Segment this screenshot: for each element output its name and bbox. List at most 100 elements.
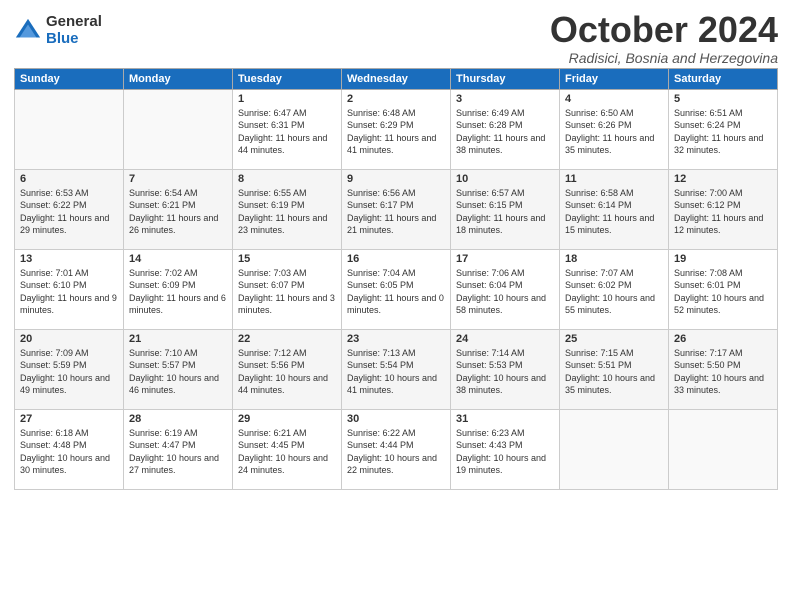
calendar-week-row: 1 Sunrise: 6:47 AMSunset: 6:31 PMDaylight… xyxy=(15,89,778,169)
day-number: 27 xyxy=(20,413,118,425)
calendar-day-cell: 19Sunrise: 7:08 AMSunset: 6:01 PMDayligh… xyxy=(669,249,778,329)
day-number: 13 xyxy=(20,253,118,265)
day-info: Sunrise: 7:13 AMSunset: 5:54 PMDaylight:… xyxy=(347,347,445,397)
day-info: Sunrise: 6:51 AMSunset: 6:24 PMDaylight:… xyxy=(674,107,772,157)
day-number: 10 xyxy=(456,173,554,185)
calendar-day-cell: 5 Sunrise: 6:51 AMSunset: 6:24 PMDaylight… xyxy=(669,89,778,169)
day-number: 23 xyxy=(347,333,445,345)
calendar-day-cell xyxy=(669,409,778,489)
calendar-day-cell xyxy=(124,89,233,169)
calendar-header-cell: Tuesday xyxy=(233,68,342,89)
calendar-header-cell: Thursday xyxy=(451,68,560,89)
day-number: 14 xyxy=(129,253,227,265)
calendar-day-cell: 31 Sunrise: 6:23 AMSunset: 4:43 PMDayligh… xyxy=(451,409,560,489)
calendar-week-row: 13Sunrise: 7:01 AMSunset: 6:10 PMDayligh… xyxy=(15,249,778,329)
calendar-day-cell: 12 Sunrise: 7:00 AMSunset: 6:12 PMDayligh… xyxy=(669,169,778,249)
day-info: Sunrise: 7:03 AMSunset: 6:07 PMDaylight:… xyxy=(238,267,336,317)
day-info: Sunrise: 7:04 AMSunset: 6:05 PMDaylight:… xyxy=(347,267,445,317)
calendar-day-cell: 4 Sunrise: 6:50 AMSunset: 6:26 PMDaylight… xyxy=(560,89,669,169)
calendar-header-row: SundayMondayTuesdayWednesdayThursdayFrid… xyxy=(15,68,778,89)
calendar-day-cell: 22 Sunrise: 7:12 AMSunset: 5:56 PMDayligh… xyxy=(233,329,342,409)
day-info: Sunrise: 6:47 AMSunset: 6:31 PMDaylight:… xyxy=(238,107,336,157)
day-info: Sunrise: 7:15 AMSunset: 5:51 PMDaylight:… xyxy=(565,347,663,397)
calendar-day-cell: 29 Sunrise: 6:21 AMSunset: 4:45 PMDayligh… xyxy=(233,409,342,489)
day-info: Sunrise: 6:18 AMSunset: 4:48 PMDaylight:… xyxy=(20,427,118,477)
calendar-day-cell: 23 Sunrise: 7:13 AMSunset: 5:54 PMDayligh… xyxy=(342,329,451,409)
calendar-day-cell: 2Sunrise: 6:48 AMSunset: 6:29 PMDaylight… xyxy=(342,89,451,169)
day-number: 16 xyxy=(347,253,445,265)
day-number: 8 xyxy=(238,173,336,185)
day-number: 15 xyxy=(238,253,336,265)
day-info: Sunrise: 6:49 AMSunset: 6:28 PMDaylight:… xyxy=(456,107,554,157)
calendar-day-cell: 11Sunrise: 6:58 AMSunset: 6:14 PMDayligh… xyxy=(560,169,669,249)
calendar-day-cell: 7Sunrise: 6:54 AMSunset: 6:21 PMDaylight… xyxy=(124,169,233,249)
calendar-day-cell: 25 Sunrise: 7:15 AMSunset: 5:51 PMDayligh… xyxy=(560,329,669,409)
day-number: 22 xyxy=(238,333,336,345)
calendar-header-cell: Monday xyxy=(124,68,233,89)
day-number: 19 xyxy=(674,253,772,265)
day-number: 2 xyxy=(347,93,445,105)
calendar-table: SundayMondayTuesdayWednesdayThursdayFrid… xyxy=(14,68,778,490)
calendar-day-cell: 9 Sunrise: 6:56 AMSunset: 6:17 PMDaylight… xyxy=(342,169,451,249)
calendar-day-cell: 28 Sunrise: 6:19 AMSunset: 4:47 PMDayligh… xyxy=(124,409,233,489)
day-number: 28 xyxy=(129,413,227,425)
day-number: 24 xyxy=(456,333,554,345)
day-number: 12 xyxy=(674,173,772,185)
day-info: Sunrise: 7:02 AMSunset: 6:09 PMDaylight:… xyxy=(129,267,227,317)
calendar-day-cell: 6Sunrise: 6:53 AMSunset: 6:22 PMDaylight… xyxy=(15,169,124,249)
calendar-day-cell: 3 Sunrise: 6:49 AMSunset: 6:28 PMDaylight… xyxy=(451,89,560,169)
calendar-body: 1 Sunrise: 6:47 AMSunset: 6:31 PMDaylight… xyxy=(15,89,778,489)
day-number: 20 xyxy=(20,333,118,345)
calendar-day-cell: 18 Sunrise: 7:07 AMSunset: 6:02 PMDayligh… xyxy=(560,249,669,329)
calendar-header-cell: Friday xyxy=(560,68,669,89)
day-number: 29 xyxy=(238,413,336,425)
day-number: 5 xyxy=(674,93,772,105)
calendar-day-cell: 26Sunrise: 7:17 AMSunset: 5:50 PMDayligh… xyxy=(669,329,778,409)
day-number: 18 xyxy=(565,253,663,265)
day-info: Sunrise: 6:22 AMSunset: 4:44 PMDaylight:… xyxy=(347,427,445,477)
calendar-day-cell: 27 Sunrise: 6:18 AMSunset: 4:48 PMDayligh… xyxy=(15,409,124,489)
calendar-day-cell xyxy=(15,89,124,169)
day-number: 6 xyxy=(20,173,118,185)
logo-blue-text: Blue xyxy=(46,31,102,48)
location-text: Radisici, Bosnia and Herzegovina xyxy=(550,50,778,66)
day-number: 30 xyxy=(347,413,445,425)
calendar-week-row: 6Sunrise: 6:53 AMSunset: 6:22 PMDaylight… xyxy=(15,169,778,249)
calendar-day-cell: 10Sunrise: 6:57 AMSunset: 6:15 PMDayligh… xyxy=(451,169,560,249)
day-number: 25 xyxy=(565,333,663,345)
calendar-day-cell: 13Sunrise: 7:01 AMSunset: 6:10 PMDayligh… xyxy=(15,249,124,329)
day-info: Sunrise: 6:54 AMSunset: 6:21 PMDaylight:… xyxy=(129,187,227,237)
day-info: Sunrise: 7:00 AMSunset: 6:12 PMDaylight:… xyxy=(674,187,772,237)
day-info: Sunrise: 7:09 AMSunset: 5:59 PMDaylight:… xyxy=(20,347,118,397)
day-number: 31 xyxy=(456,413,554,425)
day-info: Sunrise: 7:12 AMSunset: 5:56 PMDaylight:… xyxy=(238,347,336,397)
day-number: 3 xyxy=(456,93,554,105)
calendar-header-cell: Wednesday xyxy=(342,68,451,89)
title-block: October 2024 Radisici, Bosnia and Herzeg… xyxy=(550,10,778,66)
day-number: 17 xyxy=(456,253,554,265)
calendar-day-cell: 17 Sunrise: 7:06 AMSunset: 6:04 PMDayligh… xyxy=(451,249,560,329)
day-info: Sunrise: 7:17 AMSunset: 5:50 PMDaylight:… xyxy=(674,347,772,397)
day-number: 1 xyxy=(238,93,336,105)
calendar-day-cell xyxy=(560,409,669,489)
calendar-day-cell: 14 Sunrise: 7:02 AMSunset: 6:09 PMDayligh… xyxy=(124,249,233,329)
logo: General Blue xyxy=(14,14,102,47)
day-info: Sunrise: 7:07 AMSunset: 6:02 PMDaylight:… xyxy=(565,267,663,317)
calendar-day-cell: 8Sunrise: 6:55 AMSunset: 6:19 PMDaylight… xyxy=(233,169,342,249)
calendar-day-cell: 20 Sunrise: 7:09 AMSunset: 5:59 PMDayligh… xyxy=(15,329,124,409)
day-info: Sunrise: 6:21 AMSunset: 4:45 PMDaylight:… xyxy=(238,427,336,477)
calendar-day-cell: 1 Sunrise: 6:47 AMSunset: 6:31 PMDaylight… xyxy=(233,89,342,169)
day-number: 4 xyxy=(565,93,663,105)
day-info: Sunrise: 6:19 AMSunset: 4:47 PMDaylight:… xyxy=(129,427,227,477)
calendar-day-cell: 24 Sunrise: 7:14 AMSunset: 5:53 PMDayligh… xyxy=(451,329,560,409)
day-info: Sunrise: 6:50 AMSunset: 6:26 PMDaylight:… xyxy=(565,107,663,157)
day-info: Sunrise: 7:14 AMSunset: 5:53 PMDaylight:… xyxy=(456,347,554,397)
day-info: Sunrise: 7:06 AMSunset: 6:04 PMDaylight:… xyxy=(456,267,554,317)
day-number: 9 xyxy=(347,173,445,185)
calendar-header-cell: Saturday xyxy=(669,68,778,89)
calendar-day-cell: 21Sunrise: 7:10 AMSunset: 5:57 PMDayligh… xyxy=(124,329,233,409)
calendar-day-cell: 16 Sunrise: 7:04 AMSunset: 6:05 PMDayligh… xyxy=(342,249,451,329)
day-info: Sunrise: 6:56 AMSunset: 6:17 PMDaylight:… xyxy=(347,187,445,237)
calendar-day-cell: 15 Sunrise: 7:03 AMSunset: 6:07 PMDayligh… xyxy=(233,249,342,329)
day-info: Sunrise: 6:23 AMSunset: 4:43 PMDaylight:… xyxy=(456,427,554,477)
